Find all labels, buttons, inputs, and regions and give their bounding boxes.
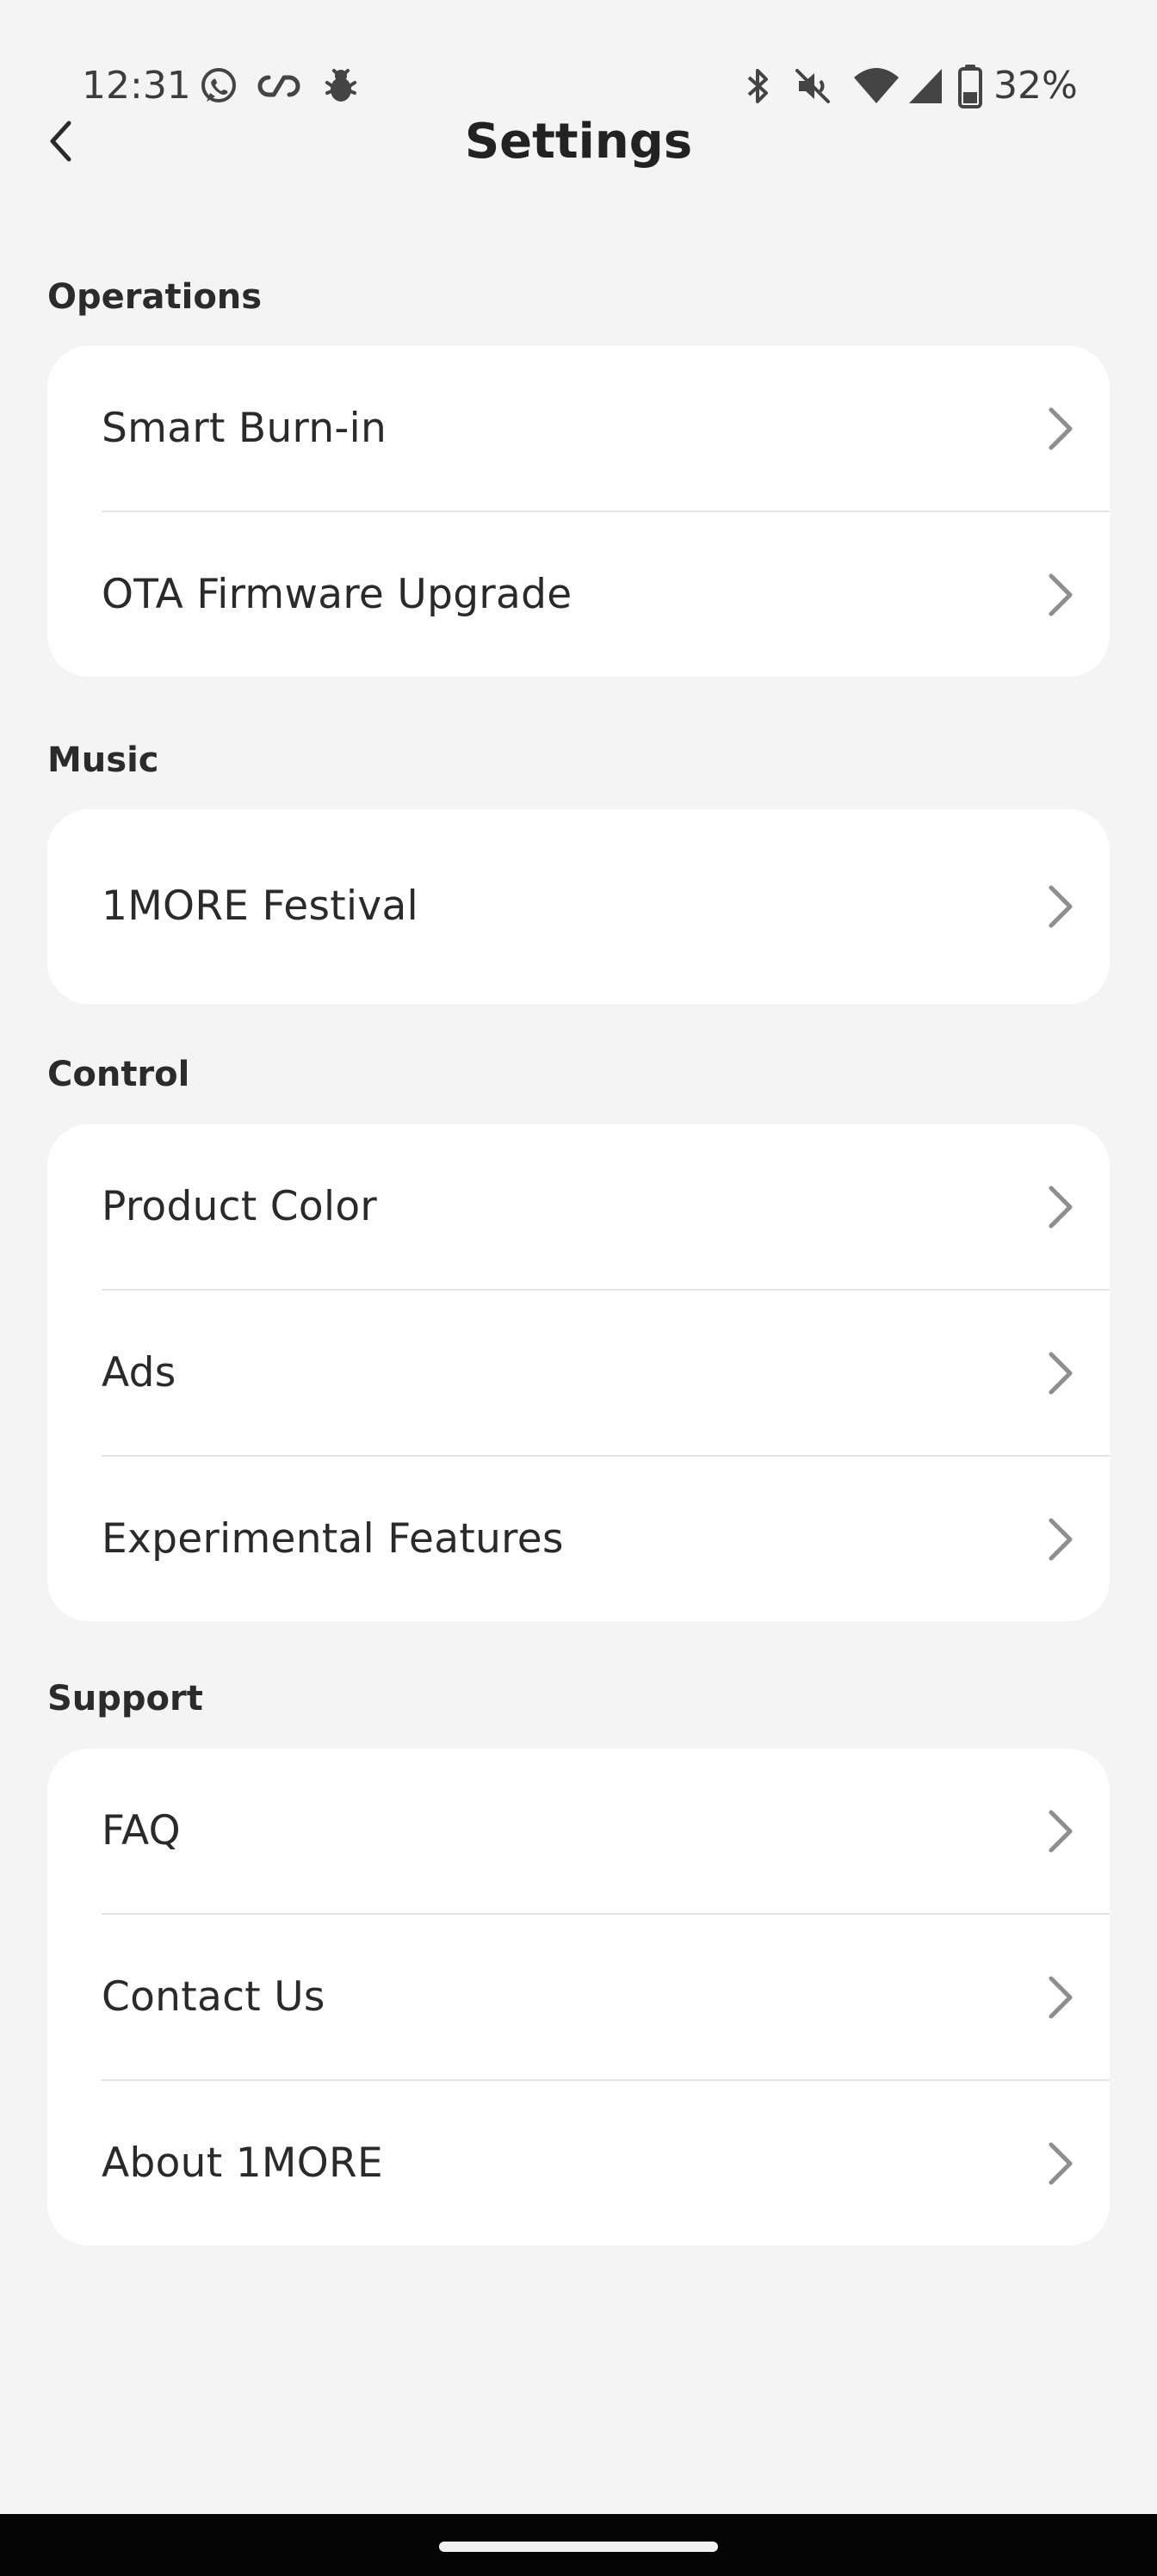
support-card: FAQ Contact Us About 1MORE xyxy=(47,1749,1110,2245)
section-title-music: Music xyxy=(47,740,159,780)
cellular-signal-icon xyxy=(909,69,942,103)
section-title-control: Control xyxy=(47,1055,190,1094)
chevron-right-icon xyxy=(1049,1352,1073,1394)
settings-item-label: OTA Firmware Upgrade xyxy=(102,570,572,618)
battery-icon xyxy=(958,65,982,108)
settings-item-label: FAQ xyxy=(102,1806,181,1855)
settings-item-label: 1MORE Festival xyxy=(102,882,418,930)
chevron-right-icon xyxy=(1049,1518,1073,1560)
section-title-operations: Operations xyxy=(47,277,263,317)
chevron-right-icon xyxy=(1049,407,1073,449)
home-gesture-handle[interactable] xyxy=(439,2542,718,2552)
settings-item-label: About 1MORE xyxy=(102,2139,383,2187)
settings-item-label: Product Color xyxy=(102,1182,378,1230)
mute-icon xyxy=(795,69,830,103)
settings-item-contact-us[interactable]: Contact Us xyxy=(47,1915,1110,2079)
settings-item-label: Experimental Features xyxy=(102,1514,564,1563)
settings-item-about-1more[interactable]: About 1MORE xyxy=(47,2081,1110,2245)
chevron-right-icon xyxy=(1049,1186,1073,1228)
settings-item-smart-burn-in[interactable]: Smart Burn-in xyxy=(47,346,1110,511)
wifi-icon xyxy=(854,68,899,103)
status-bar: 12:31 32% xyxy=(0,0,1157,121)
settings-item-label: Ads xyxy=(102,1348,176,1396)
chevron-right-icon xyxy=(1049,885,1073,928)
settings-item-ads[interactable]: Ads xyxy=(47,1291,1110,1455)
bug-icon xyxy=(325,69,356,102)
settings-item-product-color[interactable]: Product Color xyxy=(47,1124,1110,1289)
chevron-right-icon xyxy=(1049,1810,1073,1852)
operations-card: Smart Burn-in OTA Firmware Upgrade xyxy=(47,346,1110,677)
chevron-right-icon xyxy=(1049,2142,1073,2184)
settings-item-faq[interactable]: FAQ xyxy=(47,1749,1110,1913)
infinity-link-icon xyxy=(257,75,300,97)
settings-item-experimental-features[interactable]: Experimental Features xyxy=(47,1457,1110,1621)
section-title-support: Support xyxy=(47,1679,203,1718)
settings-item-label: Contact Us xyxy=(102,1972,325,2021)
page-title: Settings xyxy=(464,114,693,170)
header: Settings xyxy=(0,103,1157,181)
whatsapp-icon xyxy=(201,68,236,102)
chevron-right-icon xyxy=(1049,573,1073,616)
settings-item-label: Smart Burn-in xyxy=(102,404,387,452)
settings-item-ota-firmware-upgrade[interactable]: OTA Firmware Upgrade xyxy=(47,512,1110,677)
chevron-right-icon xyxy=(1049,1976,1073,2018)
control-card: Product Color Ads Experimental Features xyxy=(47,1124,1110,1621)
settings-item-1more-festival[interactable]: 1MORE Festival xyxy=(47,809,1110,1004)
bluetooth-icon xyxy=(747,69,768,103)
music-card: 1MORE Festival xyxy=(47,809,1110,1004)
